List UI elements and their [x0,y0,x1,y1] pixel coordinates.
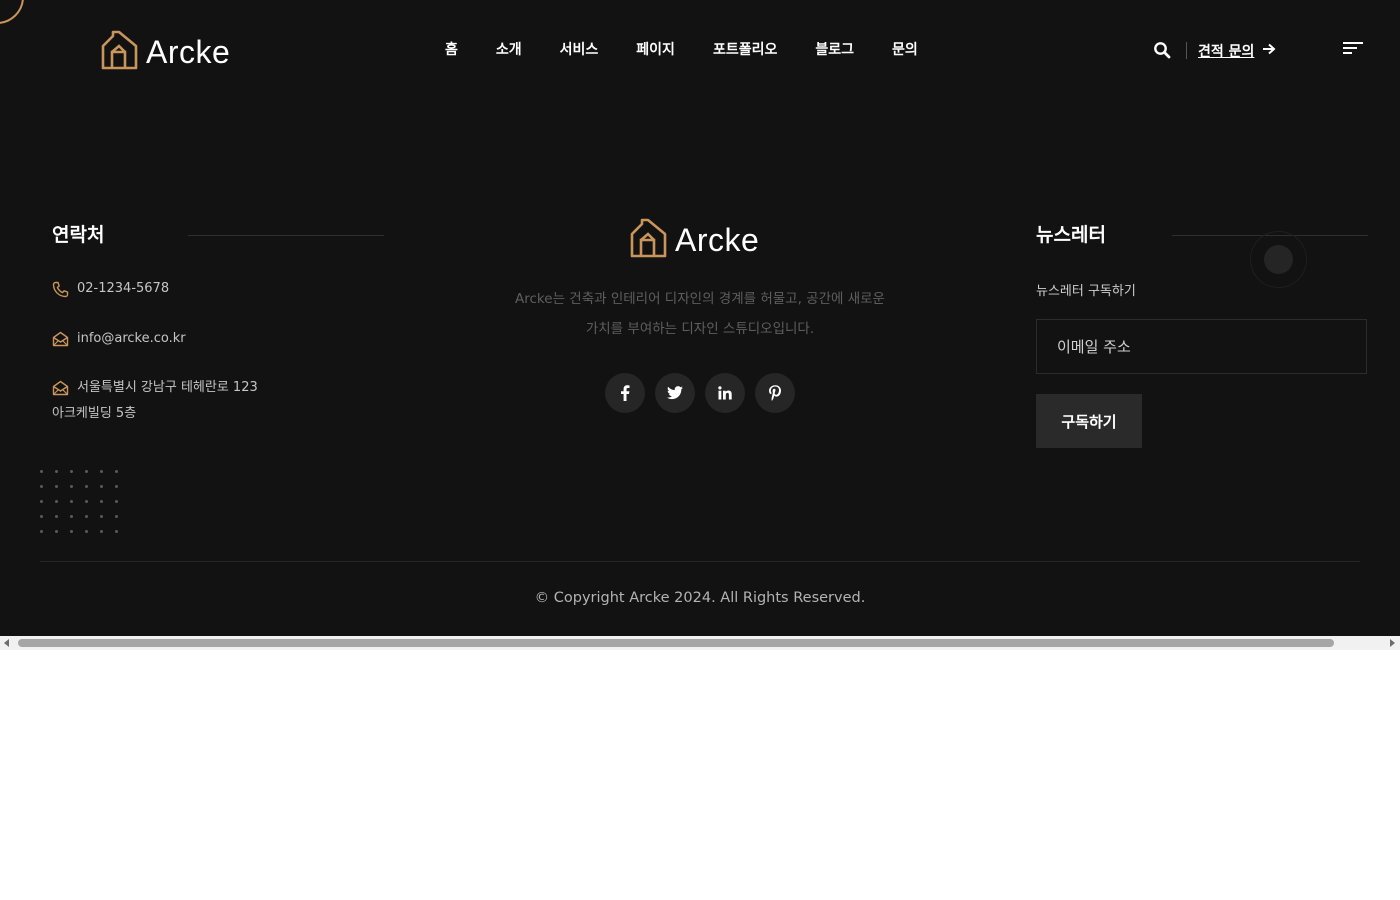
email-address: info@arcke.co.kr [77,331,186,346]
nav-item-blog[interactable]: 블로그 [815,39,854,59]
quote-label: 견적 문의 [1198,44,1255,60]
contact-address: 서울특별시 강남구 테헤란로 123 아크케빌딩 5층 [52,375,258,427]
nav-item-services[interactable]: 서비스 [560,39,599,59]
page: Arcke 홈 소개 서비스 페이지 포트폴리오 블로그 문의 견적 문의 연락… [0,0,1400,900]
nav-item-contact[interactable]: 문의 [892,39,918,59]
footer-divider [40,561,1360,562]
contact-title-rule [188,235,384,236]
scrollbar-thumb[interactable] [18,639,1334,647]
newsletter-label: 뉴스레터 구독하기 [1036,284,1136,299]
address-line-1: 서울특별시 강남구 테헤란로 123 [77,380,258,395]
back-to-top-circle[interactable] [0,0,24,24]
decorative-dot [1264,245,1293,274]
quote-button[interactable]: 견적 문의 [1198,41,1276,61]
nav-item-portfolio[interactable]: 포트폴리오 [713,39,777,59]
brand-name: Arcke [675,222,760,258]
scroll-left-arrow-icon[interactable] [4,639,9,647]
nav-item-pages[interactable]: 페이지 [636,39,675,59]
scroll-right-arrow-icon[interactable] [1390,639,1395,647]
phone-number: 02-1234-5678 [77,281,170,296]
header-divider [1186,42,1187,59]
nav-item-home[interactable]: 홈 [445,39,458,59]
twitter-icon[interactable] [655,373,695,413]
decorative-dots [40,470,130,545]
envelope-icon [52,326,69,357]
hamburger-menu-icon[interactable] [1343,41,1363,55]
house-icon [629,218,667,263]
site-footer-area: Arcke 홈 소개 서비스 페이지 포트폴리오 블로그 문의 견적 문의 연락… [0,0,1400,636]
facebook-icon[interactable] [605,373,645,413]
about-description-line-1: Arcke는 건축과 인테리어 디자인의 경계를 허물고, 공간에 새로운 [515,291,885,307]
phone-icon [52,276,69,308]
brand-name: Arcke [146,34,231,70]
contact-phone[interactable]: 02-1234-5678 [52,276,169,308]
contact-title: 연락처 [52,224,105,246]
nav-item-about[interactable]: 소개 [496,39,522,59]
address-line-2: 아크케빌딩 5층 [52,406,137,421]
arrow-right-icon [1262,43,1276,59]
main-nav: 홈 소개 서비스 페이지 포트폴리오 블로그 문의 [445,39,956,59]
house-icon [100,30,138,75]
copyright-text: © Copyright Arcke 2024. All Rights Reser… [534,590,866,606]
about-description: Arcke는 건축과 인테리어 디자인의 경계를 허물고, 공간에 새로운 가치… [470,284,930,344]
search-icon[interactable] [1153,41,1171,59]
social-links [605,373,795,413]
contact-email[interactable]: info@arcke.co.kr [52,326,186,357]
pinterest-icon[interactable] [755,373,795,413]
subscribe-button[interactable]: 구독하기 [1036,394,1142,448]
linkedin-icon[interactable] [705,373,745,413]
header-logo[interactable]: Arcke [100,30,230,75]
about-description-line-2: 가치를 부여하는 디자인 스튜디오입니다. [585,321,815,337]
newsletter-title: 뉴스레터 [1036,224,1106,246]
horizontal-scrollbar[interactable] [0,636,1400,650]
footer-logo[interactable]: Arcke [629,218,759,263]
newsletter-email-input[interactable] [1036,319,1367,374]
